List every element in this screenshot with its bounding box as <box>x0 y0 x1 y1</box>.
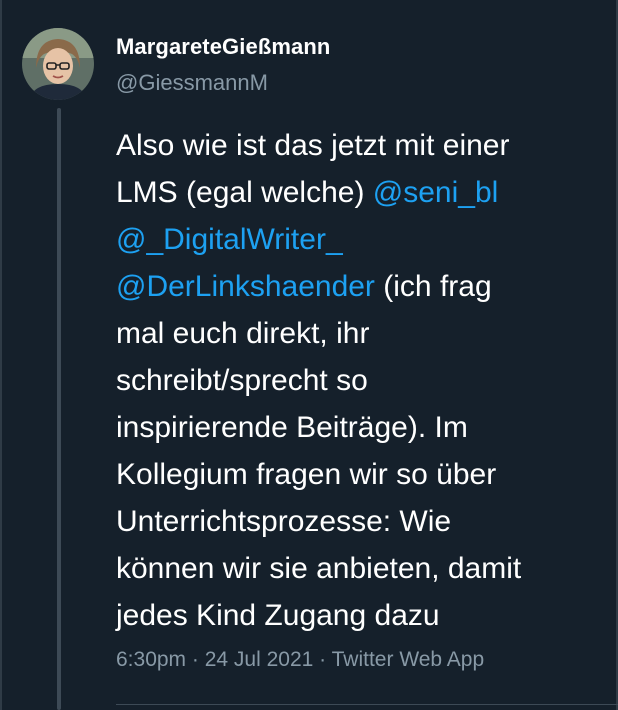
tweet-text-segment: mal euch direkt, ihr <box>116 317 370 350</box>
divider <box>116 704 618 705</box>
author-handle[interactable]: @GiessmannM <box>116 70 330 96</box>
tweet-meta: 6:30pm · 24 Jul 2021 · Twitter Web App <box>116 648 484 672</box>
tweet-text-line: LMS (egal welche) @seni_bl <box>116 169 606 216</box>
tweet-text-segment: Kollegium fragen wir so über <box>116 458 497 491</box>
tweet-text: Also wie ist das jetzt mit einer LMS (ega… <box>116 122 606 639</box>
tweet-text-line: inspirierende Beiträge). Im <box>116 404 606 451</box>
tweet-text-line: @_DigitalWriter_ <box>116 216 606 263</box>
tweet-text-line: Unterrichtsprozesse: Wie <box>116 498 606 545</box>
tweet-text-segment: (ich frag <box>374 270 492 303</box>
tweet-card: MargareteGießmann @GiessmannM Also wie i… <box>0 0 618 710</box>
tweet-text-segment: jedes Kind Zugang dazu <box>116 599 440 632</box>
avatar[interactable] <box>22 28 94 100</box>
tweet-time[interactable]: 6:30pm <box>116 648 186 671</box>
tweet-text-segment: inspirierende Beiträge). Im <box>116 411 468 444</box>
tweet-text-line: @DerLinkshaender (ich frag <box>116 263 606 310</box>
tweet-text-segment: schreibt/sprecht so <box>116 364 368 397</box>
tweet-text-line: können wir sie anbieten, damit <box>116 545 606 592</box>
left-border <box>0 0 2 710</box>
tweet-text-line: mal euch direkt, ihr <box>116 310 606 357</box>
tweet-text-line: schreibt/sprecht so <box>116 357 606 404</box>
mention-link[interactable]: @_DigitalWriter_ <box>116 223 343 256</box>
mention-link[interactable]: @seni_bl <box>373 176 499 209</box>
tweet-text-segment: LMS (egal welche) <box>116 176 373 209</box>
meta-separator: · <box>319 648 327 671</box>
thread-connector-line <box>57 108 61 710</box>
tweet-text-segment: können wir sie anbieten, damit <box>116 552 522 585</box>
author-block[interactable]: MargareteGießmann @GiessmannM <box>116 34 330 96</box>
mention-link[interactable]: @DerLinkshaender <box>116 270 375 303</box>
tweet-text-line: Kollegium fragen wir so über <box>116 451 606 498</box>
tweet-date[interactable]: 24 Jul 2021 <box>205 648 314 671</box>
tweet-text-line: Also wie ist das jetzt mit einer <box>116 122 606 169</box>
tweet-text-segment: Also wie ist das jetzt mit einer <box>116 129 510 162</box>
meta-separator: · <box>191 648 199 671</box>
tweet-source[interactable]: Twitter Web App <box>332 648 485 671</box>
tweet-text-segment: Unterrichtsprozesse: Wie <box>116 505 452 538</box>
tweet-text-line: jedes Kind Zugang dazu <box>116 592 606 639</box>
user-avatar-photo-icon <box>22 28 94 100</box>
author-display-name[interactable]: MargareteGießmann <box>116 34 330 60</box>
